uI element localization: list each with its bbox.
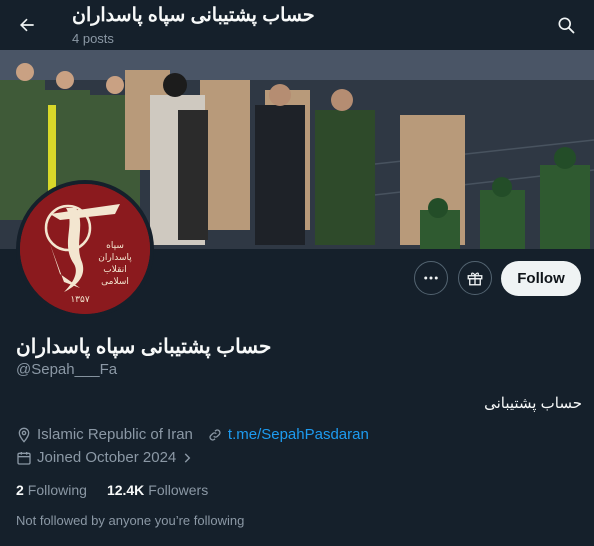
following-label: Following	[27, 482, 87, 498]
more-dots-icon	[424, 276, 438, 280]
following-count: 2	[16, 482, 24, 498]
posts-count: 4 posts	[72, 31, 114, 46]
location-pin-icon	[18, 427, 30, 443]
profile-meta-row: Islamic Republic of Iran t.me/SepahPasda…	[16, 426, 369, 443]
subscribe-button[interactable]	[458, 261, 492, 295]
emblem-year: ۱۳۵۷	[70, 295, 90, 305]
user-handle: @Sepah___Fa	[16, 361, 118, 378]
location-text: Islamic Republic of Iran	[37, 426, 193, 443]
more-options-button[interactable]	[414, 261, 448, 295]
profile-website-link[interactable]: t.me/SepahPasdaran	[228, 426, 369, 443]
back-arrow-icon	[20, 18, 34, 32]
calendar-icon	[17, 451, 31, 465]
emblem-line-1: سپاه	[106, 241, 124, 251]
emblem-line-4: اسلامی	[101, 277, 129, 287]
gift-icon	[467, 272, 483, 286]
top-bar: حساب پشتیبانی سپاه پاسداران 4 posts	[0, 0, 594, 50]
back-button[interactable]	[10, 8, 44, 42]
profile-bio: حساب پشتیبانی	[484, 395, 582, 412]
followers-count: 12.4K	[106, 482, 145, 498]
search-button[interactable]	[549, 8, 583, 42]
follow-button[interactable]: Follow	[501, 261, 581, 296]
joined-date: Joined October 2024	[37, 449, 177, 466]
irgc-emblem-logo: سپاه پاسداران انقلاب اسلامی ۱۳۵۷	[20, 184, 150, 314]
followers-label: Followers	[148, 482, 209, 498]
link-icon	[209, 428, 221, 441]
avatar[interactable]: سپاه پاسداران انقلاب اسلامی ۱۳۵۷	[16, 180, 154, 318]
followers-link[interactable]: 12.4K Followers	[107, 482, 208, 498]
joined-row[interactable]: Joined October 2024	[16, 449, 199, 466]
not-followed-notice: Not followed by anyone you’re following	[16, 513, 245, 528]
chevron-right-icon	[185, 452, 191, 463]
emblem-line-2: پاسداران	[98, 253, 132, 263]
search-icon	[558, 17, 575, 34]
follow-stats: 2 Following 12.4K Followers	[16, 482, 228, 498]
emblem-line-3: انقلاب	[103, 265, 126, 275]
header-title: حساب پشتیبانی سپاه پاسداران	[72, 5, 315, 26]
display-name: حساب پشتیبانی سپاه پاسداران	[16, 336, 272, 358]
following-link[interactable]: 2 Following	[16, 482, 87, 498]
